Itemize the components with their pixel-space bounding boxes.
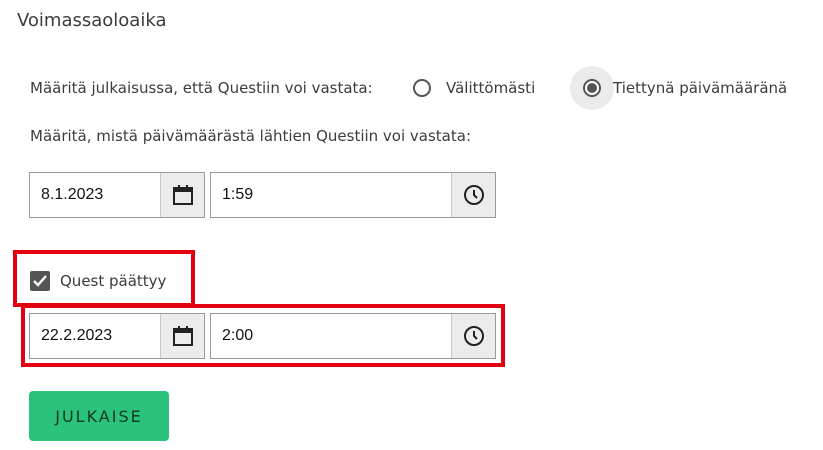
clock-icon [463, 326, 484, 346]
end-time-value[interactable]: 2:00 [211, 314, 451, 358]
start-time-picker-button[interactable] [451, 173, 495, 217]
start-date-value[interactable]: 8.1.2023 [30, 173, 160, 217]
quest-ends-label[interactable]: Quest päättyy [60, 272, 166, 290]
start-date-field[interactable]: 8.1.2023 [29, 172, 205, 218]
radio-specific-date[interactable] [583, 79, 601, 97]
start-time-field[interactable]: 1:59 [210, 172, 496, 218]
radio-specific-date-label[interactable]: Tiettynä päivämääränä [613, 79, 787, 97]
publish-button[interactable]: JULKAISE [29, 391, 169, 441]
radio-immediately[interactable] [413, 79, 431, 97]
start-date-picker-button[interactable] [160, 173, 204, 217]
start-time-value[interactable]: 1:59 [211, 173, 451, 217]
section-title: Voimassaoloaika [17, 10, 167, 31]
clock-icon [463, 185, 484, 205]
end-date-picker-button[interactable] [160, 314, 204, 358]
quest-ends-checkbox[interactable] [30, 271, 50, 291]
answer-mode-prompt: Määritä julkaisussa, että Questiin voi v… [30, 79, 373, 97]
end-time-picker-button[interactable] [451, 314, 495, 358]
end-time-field[interactable]: 2:00 [210, 313, 496, 359]
radio-checked-icon [583, 79, 601, 97]
start-date-prompt: Määritä, mistä päivämäärästä lähtien Que… [30, 127, 472, 145]
radio-empty-icon [413, 79, 431, 97]
checkmark-icon [33, 275, 47, 287]
calendar-icon [172, 326, 193, 346]
calendar-icon [172, 185, 193, 205]
end-date-field[interactable]: 22.2.2023 [29, 313, 205, 359]
end-date-value[interactable]: 22.2.2023 [30, 314, 160, 358]
radio-immediately-label[interactable]: Välittömästi [446, 79, 535, 97]
